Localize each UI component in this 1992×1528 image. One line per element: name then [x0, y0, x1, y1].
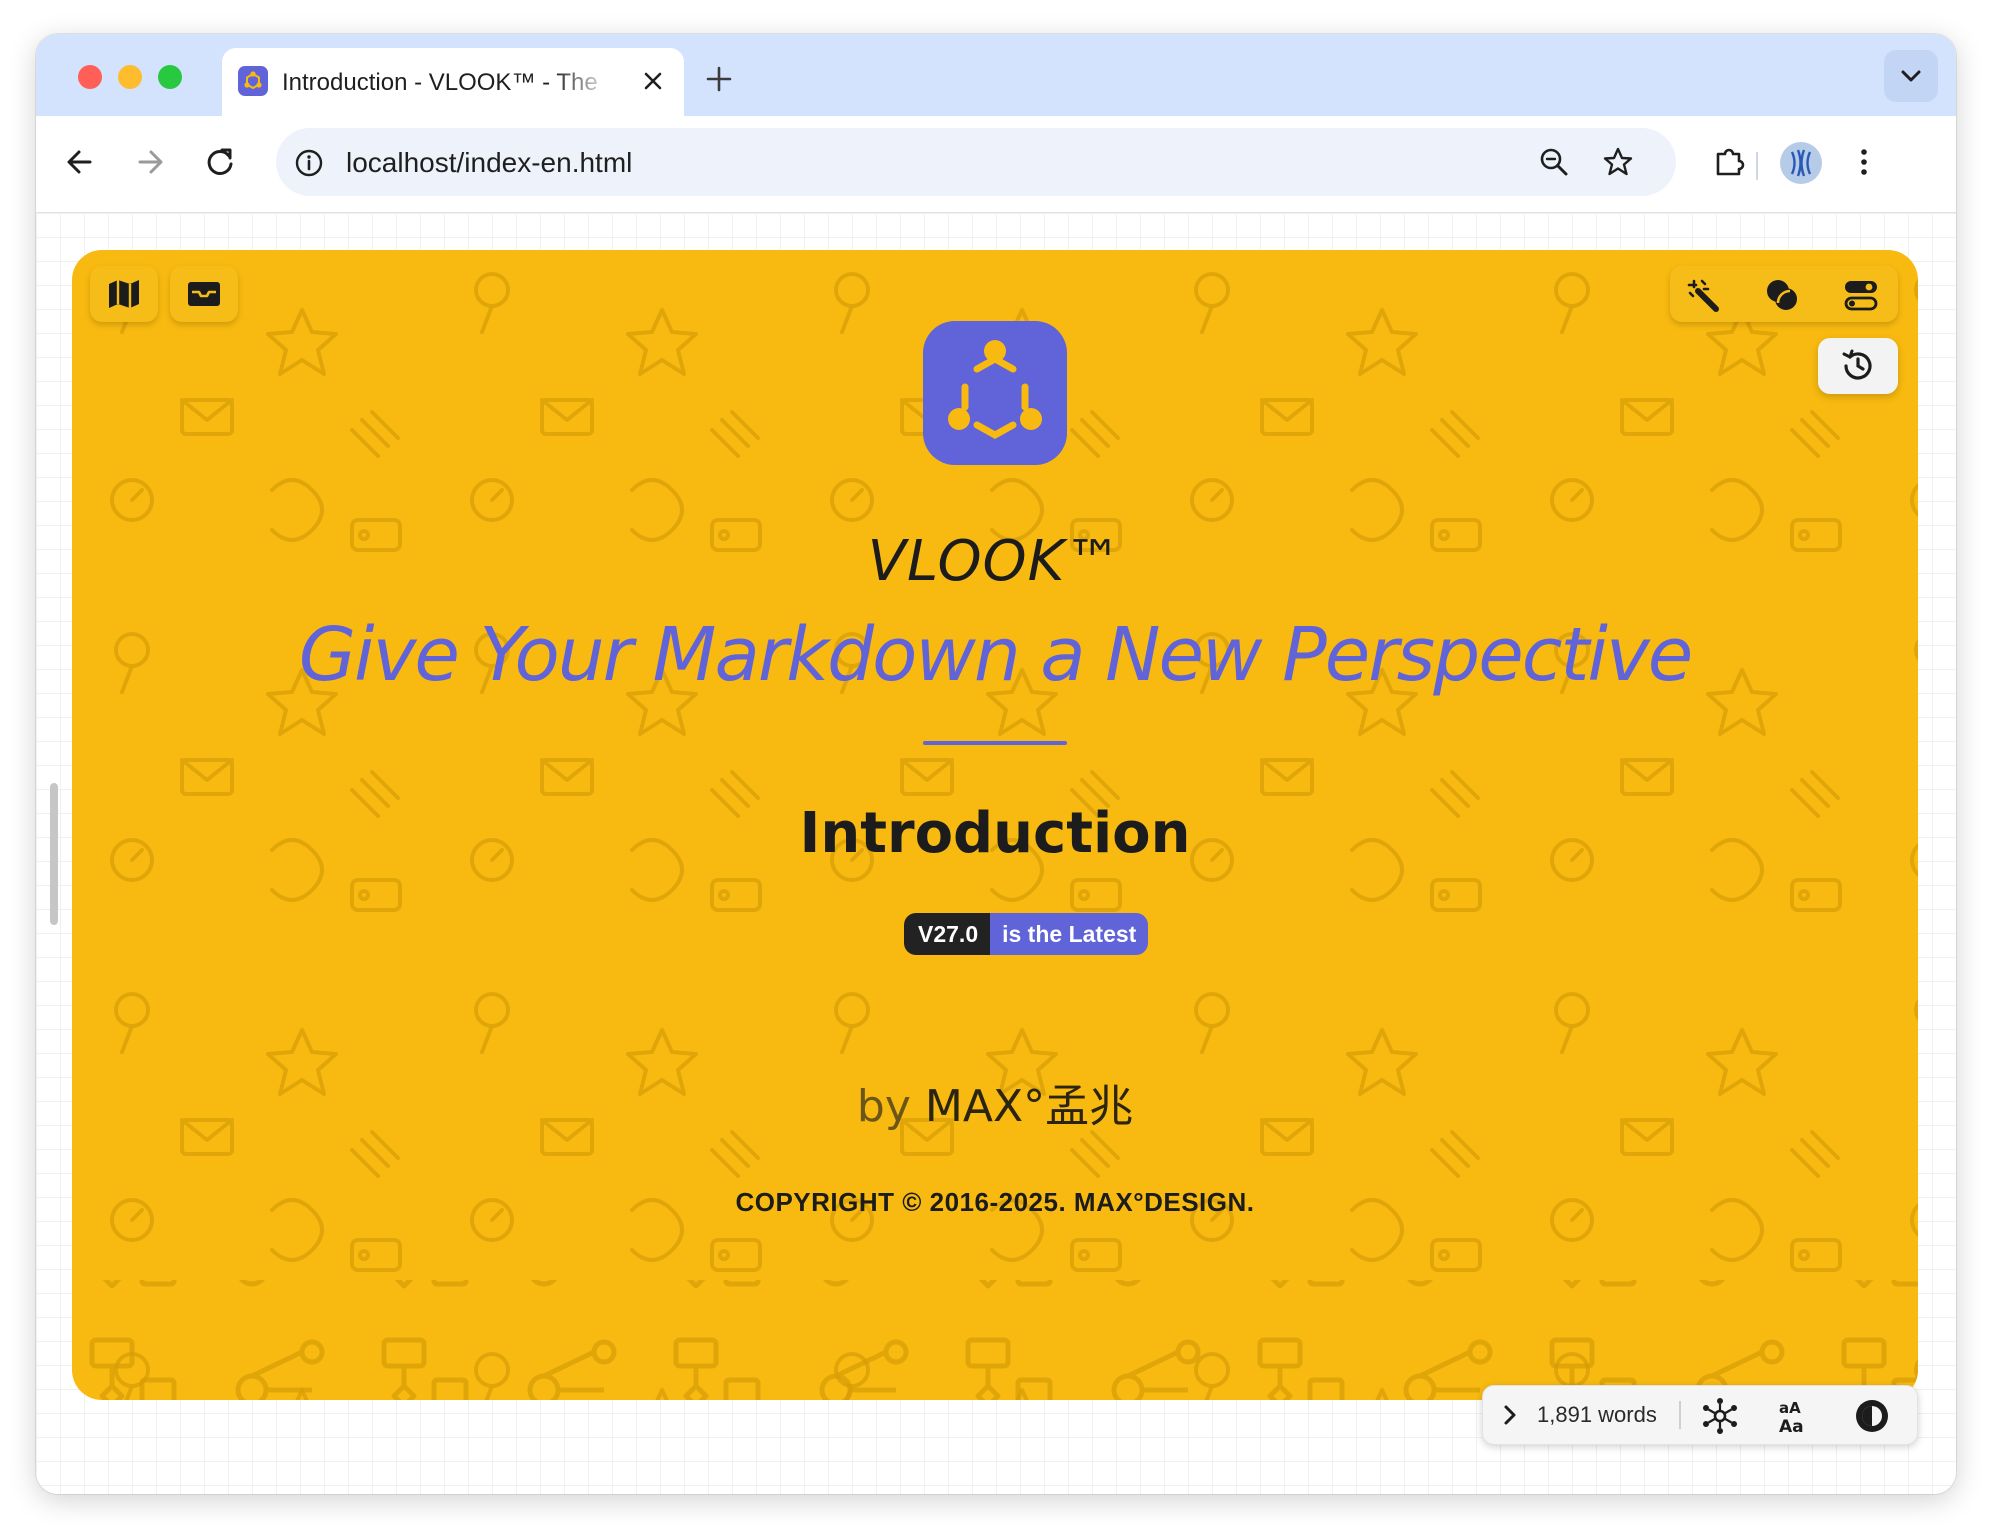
status-bar: 1,891 words aA Aa: [1482, 1385, 1918, 1445]
badge-version: V27.0: [904, 913, 991, 955]
zoom-icon[interactable]: [1536, 144, 1572, 180]
font-size-icon[interactable]: aA Aa: [1777, 1397, 1815, 1437]
scrollbar-thumb[interactable]: [50, 783, 58, 925]
svg-text:Aa: Aa: [1779, 1417, 1804, 1435]
cover-page: VLOOK™ Give Your Markdown a New Perspect…: [72, 250, 1918, 1400]
reload-icon[interactable]: [198, 140, 242, 184]
inbox-button[interactable]: [170, 266, 238, 322]
url-text[interactable]: localhost/index-en.html: [346, 146, 632, 180]
forward-arrow-icon[interactable]: [128, 140, 172, 184]
settings-toggle-icon[interactable]: [1842, 277, 1880, 313]
profile-avatar[interactable]: [1780, 142, 1822, 184]
history-clock-icon: [1842, 349, 1872, 380]
version-badge[interactable]: V27.0 is the Latest: [904, 913, 1149, 955]
cover-title: VLOOK™: [867, 529, 1123, 594]
extensions-puzzle-icon[interactable]: [1708, 140, 1752, 184]
browser-window: Introduction - VLOOK™ - The localhost/in: [36, 34, 1956, 1494]
network-graph-icon[interactable]: [1701, 1397, 1739, 1435]
right-toolbar: [1670, 266, 1898, 322]
page-viewport: VLOOK™ Give Your Markdown a New Perspect…: [36, 213, 1956, 1494]
maximize-window-button[interactable]: [158, 65, 182, 89]
inbox-icon: [188, 282, 220, 306]
close-tab-icon[interactable]: [638, 66, 668, 96]
chevron-right-icon[interactable]: [1497, 1402, 1523, 1428]
history-button[interactable]: [1818, 338, 1898, 394]
magic-wand-icon[interactable]: [1686, 277, 1722, 313]
back-arrow-icon[interactable]: [58, 140, 102, 184]
tab-active[interactable]: Introduction - VLOOK™ - The: [222, 48, 684, 116]
bookmark-star-icon[interactable]: [1600, 144, 1636, 180]
word-count: 1,891 words: [1537, 1402, 1657, 1427]
author-name: MAX°孟兆: [924, 1081, 1134, 1132]
favicon-icon: [238, 66, 268, 96]
site-info-icon[interactable]: [294, 148, 324, 178]
title-divider: [923, 741, 1067, 745]
status-separator: [1679, 1401, 1681, 1429]
new-tab-button[interactable]: [702, 62, 736, 96]
kebab-menu-icon[interactable]: [1842, 140, 1886, 184]
byline-prefix: by: [856, 1081, 911, 1132]
vlook-logo-icon: [948, 340, 1042, 440]
minimize-window-button[interactable]: [118, 65, 142, 89]
document-title: Introduction: [799, 801, 1191, 866]
browser-toolbar: localhost/index-en.html: [36, 116, 1956, 213]
tab-title: Introduction - VLOOK™ - The: [282, 69, 598, 96]
author-byline: by MAX°孟兆: [72, 1080, 1918, 1134]
close-window-button[interactable]: [78, 65, 102, 89]
badge-status: is the Latest: [990, 913, 1149, 955]
svg-text:aA: aA: [1779, 1399, 1801, 1417]
toolbar-separator: [1756, 152, 1758, 180]
address-bar[interactable]: localhost/index-en.html: [276, 128, 1676, 196]
vlook-logo: [923, 321, 1067, 465]
map-icon: [109, 280, 139, 308]
tab-search-button[interactable]: [1884, 50, 1938, 102]
cover-subtitle: Give Your Markdown a New Perspective: [298, 612, 1694, 698]
toc-map-button[interactable]: [90, 266, 158, 322]
theme-blend-icon[interactable]: [1764, 277, 1800, 313]
copyright-text: COPYRIGHT © 2016-2025. MAX°DESIGN.: [735, 1187, 1255, 1217]
tab-strip: Introduction - VLOOK™ - The: [36, 34, 1956, 116]
contrast-icon[interactable]: [1853, 1397, 1891, 1435]
